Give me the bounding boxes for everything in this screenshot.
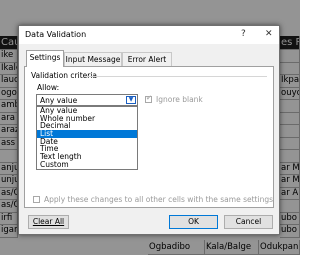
checkmark-icon: ✔ xyxy=(146,94,152,102)
allow-value: Any value xyxy=(40,96,78,105)
tab-settings[interactable]: Settings xyxy=(26,50,64,67)
dropdown-option[interactable]: Custom xyxy=(37,160,137,169)
clear-all-label: Clear All xyxy=(32,217,65,226)
title-bar: Data Validation ? ✕ xyxy=(19,26,279,44)
ignore-blank-checkbox[interactable]: ✔ xyxy=(145,94,152,103)
settings-panel: Validation criteria Allow: Any value ▼ ✔… xyxy=(24,66,274,208)
allow-label: Allow: xyxy=(37,83,60,92)
apply-to-all-label: Apply these changes to all other cells w… xyxy=(44,195,273,204)
apply-to-all-checkbox[interactable] xyxy=(33,196,40,203)
close-button[interactable]: ✕ xyxy=(265,29,273,39)
ignore-blank-label: Ignore blank xyxy=(156,95,203,104)
data-validation-dialog: Data Validation ? ✕ Settings Input Messa… xyxy=(18,25,280,235)
cancel-button[interactable]: Cancel xyxy=(224,215,273,229)
allow-dropdown[interactable]: Any value ▼ xyxy=(36,94,138,106)
group-divider xyxy=(87,76,267,77)
clear-all-button[interactable]: Clear All xyxy=(28,215,69,229)
tab-input-message[interactable]: Input Message xyxy=(64,52,122,66)
ok-button[interactable]: OK xyxy=(169,215,218,229)
tab-error-alert[interactable]: Error Alert xyxy=(122,52,172,66)
chevron-down-icon[interactable]: ▼ xyxy=(126,96,136,104)
help-button[interactable]: ? xyxy=(241,29,246,39)
dialog-title: Data Validation xyxy=(25,30,87,39)
allow-options-list[interactable]: Any value Whole number Decimal List Date Time… xyxy=(36,106,138,170)
